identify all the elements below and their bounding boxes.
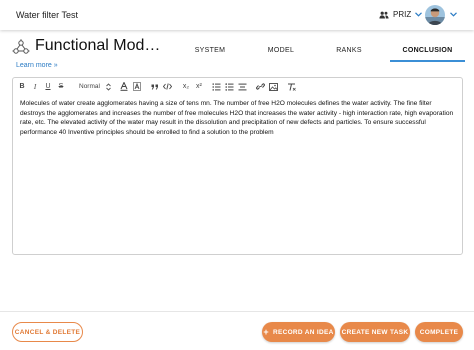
people-icon: [379, 11, 389, 18]
page-title: Functional Mod…: [35, 37, 161, 54]
bold-button[interactable]: B: [17, 81, 27, 93]
project-title: Water filter Test: [16, 10, 79, 20]
record-idea-label: RECORD AN IDEA: [272, 328, 334, 336]
active-tab-indicator: [390, 60, 465, 62]
tab-conclusion[interactable]: CONCLUSION: [395, 47, 460, 54]
strikethrough-button[interactable]: S: [56, 81, 66, 93]
ordered-list-icon[interactable]: [212, 81, 222, 93]
tab-bar: SYSTEM MODEL RANKS CONCLUSION: [170, 36, 465, 62]
image-icon[interactable]: [269, 81, 279, 93]
tab-system[interactable]: SYSTEM: [190, 47, 230, 54]
editor-content[interactable]: Molecules of water create agglomerates h…: [20, 99, 455, 137]
format-select[interactable]: Normal: [79, 82, 111, 91]
chevron-down-icon[interactable]: [450, 12, 457, 17]
background-color-icon[interactable]: [132, 81, 142, 93]
clear-format-icon[interactable]: [287, 81, 297, 93]
user-avatar[interactable]: [425, 5, 445, 25]
footer-divider: [0, 311, 474, 312]
text-color-icon[interactable]: [119, 81, 129, 93]
editor-toolbar: B I U S Normal x₂ x²: [13, 78, 462, 95]
cancel-delete-button[interactable]: CANCEL & DELETE: [12, 322, 83, 342]
bullet-list-icon[interactable]: [225, 81, 235, 93]
tab-model[interactable]: MODEL: [265, 47, 297, 54]
underline-button[interactable]: U: [43, 81, 53, 93]
molecule-icon: [12, 39, 30, 54]
subscript-button[interactable]: x₂: [181, 81, 191, 93]
team-selector[interactable]: PRIZ: [379, 10, 423, 19]
plus-icon: +: [263, 326, 269, 337]
link-icon[interactable]: [256, 81, 266, 93]
learn-more-link[interactable]: Learn more »: [16, 62, 58, 69]
chevron-down-icon: [415, 12, 423, 17]
code-icon[interactable]: [163, 81, 173, 93]
rich-text-editor: B I U S Normal x₂ x² Molecules of water …: [12, 77, 463, 255]
italic-button[interactable]: I: [30, 81, 40, 93]
tool-header: Functional Mod… SYSTEM MODEL RANKS CONCL…: [0, 36, 474, 62]
record-idea-button[interactable]: + RECORD AN IDEA: [262, 322, 335, 342]
tab-ranks[interactable]: RANKS: [335, 47, 363, 54]
format-select-value: Normal: [79, 83, 100, 90]
complete-button[interactable]: COMPLETE: [415, 322, 463, 342]
superscript-button[interactable]: x²: [194, 81, 204, 93]
top-bar: Water filter Test PRIZ: [0, 0, 474, 30]
team-label: PRIZ: [393, 10, 412, 19]
blockquote-icon[interactable]: [150, 81, 160, 93]
align-icon[interactable]: [238, 81, 248, 93]
chevron-updown-icon: [106, 82, 111, 91]
create-task-button[interactable]: CREATE NEW TASK: [340, 322, 410, 342]
